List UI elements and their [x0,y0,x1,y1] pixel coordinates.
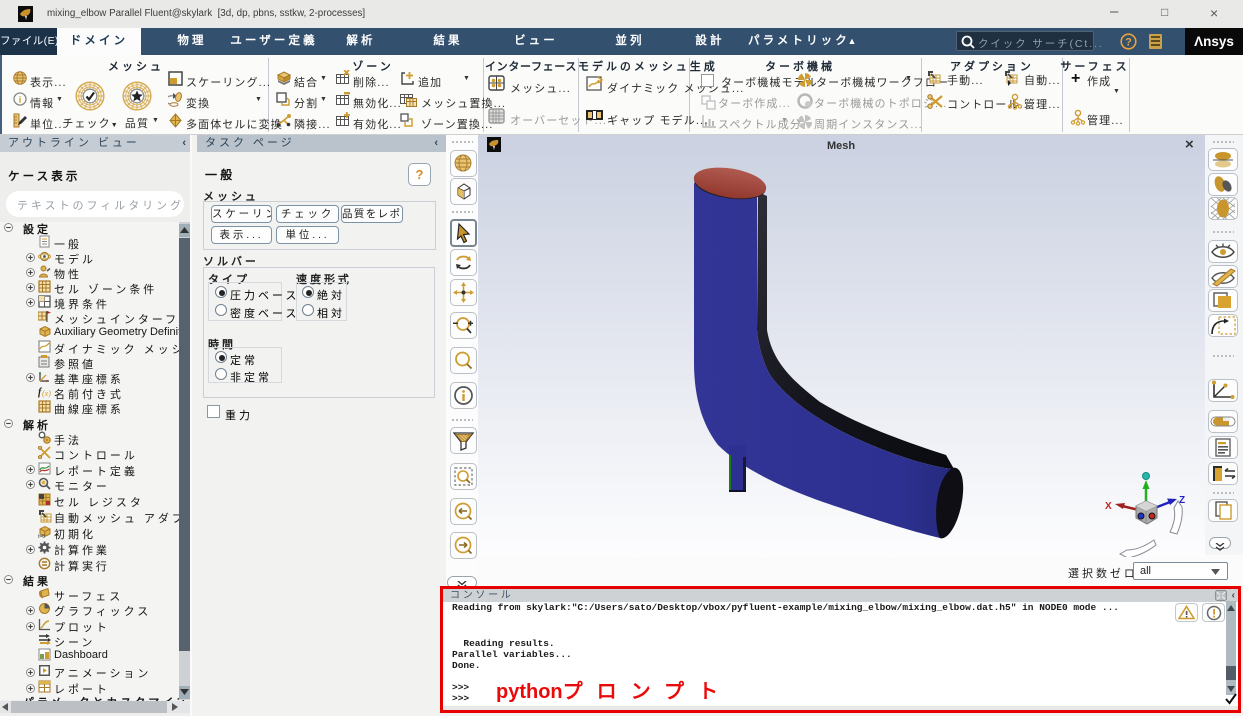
svg-text:(x): (x) [42,389,51,398]
svg-text:t=0: t=0 [38,534,45,538]
svg-text:i: i [19,95,22,105]
svg-text:?: ? [1125,37,1132,49]
svg-text:X: X [1105,501,1112,512]
